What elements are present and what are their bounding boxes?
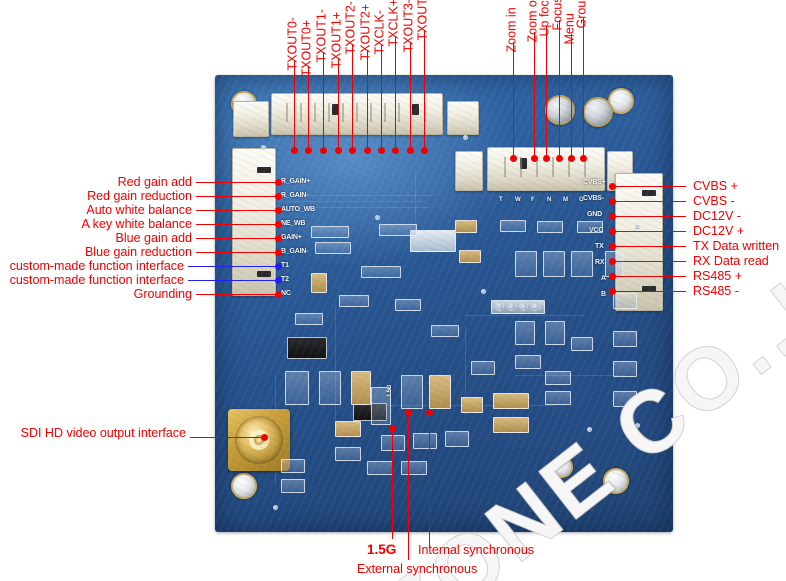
- pin-marker: [389, 425, 396, 432]
- pin-marker: [275, 193, 282, 200]
- pin-marker: [407, 147, 414, 154]
- label-txout3-minus: TXOUT3-: [401, 0, 416, 53]
- pin-marker: [364, 147, 371, 154]
- label-up-focus-near: Up focus near: [538, 0, 552, 37]
- label-sdi-output: SDI HD video output interface: [20, 425, 186, 440]
- label-red-gain-reduction: Red gain reduction: [87, 188, 192, 203]
- label-txout3-plus: TXOUT3+: [415, 0, 430, 41]
- label-external-synchronous: External synchronous: [357, 562, 478, 576]
- label-internal-synchronous: Internal synchronous: [418, 543, 535, 557]
- label-txout2-minus: TXOUT2-: [343, 1, 358, 55]
- pin-marker: [426, 409, 433, 416]
- label-txout1-plus: TXOUT1+: [329, 11, 344, 69]
- pin-marker: [275, 291, 282, 298]
- pin-marker: [261, 434, 268, 441]
- mounting-hole: [603, 468, 629, 494]
- label-custom-function-1: custom-made function interface: [9, 258, 184, 273]
- aux-connector-top-left[interactable]: [233, 101, 269, 137]
- label-auto-white-balance: Auto white balance: [86, 202, 192, 217]
- label-zoom-in: Zoom in: [504, 7, 519, 53]
- pin-marker: [275, 207, 282, 214]
- left-control-connector[interactable]: [232, 148, 276, 296]
- pcb-board: R_GAIN+ R_GAIN- AUTO_WB NE_WB GAIN+ B_GA…: [215, 75, 673, 532]
- pin-marker: [543, 155, 550, 162]
- pin-marker: [275, 263, 282, 270]
- pin-marker: [275, 179, 282, 186]
- pin-marker: [275, 249, 282, 256]
- pin-marker: [568, 155, 575, 162]
- pin-marker: [609, 183, 616, 190]
- label-cvbs-minus: CVBS -: [693, 193, 735, 208]
- pin-marker: [378, 147, 385, 154]
- pin-marker: [609, 198, 616, 205]
- ic-chip: [287, 337, 327, 359]
- pin-marker: [421, 147, 428, 154]
- pin-marker: [335, 147, 342, 154]
- label-custom-function-2: custom-made function interface: [9, 272, 184, 287]
- mounting-hole: [231, 473, 257, 499]
- aux-connector-mid-left[interactable]: [455, 151, 483, 191]
- label-rx-data-read: RX Data read: [693, 253, 769, 268]
- label-rs485-minus: RS485 -: [693, 283, 739, 298]
- pin-marker: [609, 243, 616, 250]
- mounting-hole: [551, 456, 573, 478]
- label-cvbs-plus: CVBS +: [693, 178, 738, 193]
- pin-marker: [405, 409, 412, 416]
- pin-marker: [609, 228, 616, 235]
- label-dc12v-minus: DC12V -: [693, 208, 741, 223]
- label-txclk-plus: TXCLK+: [386, 0, 401, 47]
- label-txout2-plus: TXOUT2+: [358, 3, 373, 61]
- label-txout0-plus: TXOUT0+: [299, 19, 314, 77]
- lvds-connector[interactable]: [271, 93, 443, 135]
- pin-marker: [305, 147, 312, 154]
- pin-marker: [609, 288, 616, 295]
- label-dc12v-plus: DC12V +: [693, 223, 745, 238]
- label-blue-gain-reduction: Blue gain reduction: [84, 244, 192, 259]
- pin-marker: [275, 277, 282, 284]
- pin-marker: [275, 235, 282, 242]
- aux-connector-top-right[interactable]: [447, 101, 479, 135]
- pin-marker: [580, 155, 587, 162]
- pin-marker: [275, 221, 282, 228]
- label-grounding-left: Grounding: [133, 286, 192, 301]
- pin-marker: [531, 155, 538, 162]
- label-grounding-ptz: Grounding: [575, 0, 589, 29]
- label-1-5g: 1.5G: [367, 542, 397, 557]
- label-txout1-minus: TXOUT1-: [314, 9, 329, 63]
- label-rs485-plus: RS485 +: [693, 268, 742, 283]
- label-red-gain-add: Red gain add: [117, 174, 192, 189]
- diagram-canvas: R_GAIN+ R_GAIN- AUTO_WB NE_WB GAIN+ B_GA…: [0, 0, 786, 581]
- pin-marker: [609, 213, 616, 220]
- pin-marker: [349, 147, 356, 154]
- label-tx-data-written: TX Data written: [693, 238, 780, 253]
- label-txclk-minus: TXCLK-: [372, 10, 387, 55]
- pin-marker: [556, 155, 563, 162]
- label-txout0-minus: TXOUT0-: [285, 17, 300, 71]
- pin-marker: [392, 147, 399, 154]
- pin-marker: [291, 147, 298, 154]
- pin-marker: [320, 147, 327, 154]
- pin-marker: [609, 258, 616, 265]
- label-blue-gain-add: Blue gain add: [115, 230, 192, 245]
- pin-marker: [609, 273, 616, 280]
- capacitor: [583, 97, 613, 127]
- label-a-key-white-balance: A key white balance: [81, 216, 193, 231]
- pin-marker: [510, 155, 517, 162]
